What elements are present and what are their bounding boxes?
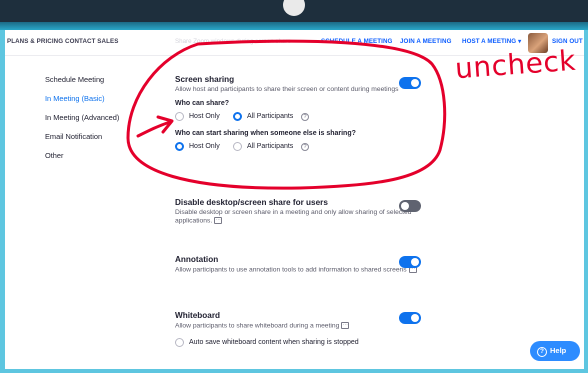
disable-desktop-section: Disable desktop/screen share for users D… [175, 198, 425, 226]
who-can-share-label: Who can share? [175, 100, 230, 108]
whiteboard-description: Allow participants to share whiteboard d… [175, 322, 425, 331]
help-circle-icon[interactable]: ? [301, 143, 309, 152]
screen-sharing-toggle[interactable] [399, 77, 421, 89]
annotation-toggle[interactable] [399, 256, 421, 268]
who-can-share-host-only-radio[interactable] [175, 112, 184, 122]
nav-host-label: HOST A MEETING [462, 38, 517, 45]
sidebar-item-in-meeting-advanced[interactable]: In Meeting (Advanced) [45, 108, 155, 127]
who-can-share-all-participants-label: All Participants [247, 113, 294, 121]
who-can-share-options: Host Only All Participants ? [175, 112, 425, 122]
help-icon: ? [537, 347, 547, 357]
help-circle-icon[interactable]: ? [301, 113, 309, 122]
nav-plans-pricing[interactable]: PLANS & PRICING [7, 38, 63, 45]
who-can-start-host-only-label: Host Only [189, 143, 220, 151]
screen-sharing-description: Allow host and participants to share the… [175, 86, 399, 93]
ghost-setting-text: Share Zoom windows during screen share [175, 38, 291, 45]
frame-border-right [584, 30, 588, 373]
disable-desktop-toggle[interactable] [399, 200, 421, 212]
annotation-desc-text: Allow participants to use annotation too… [175, 266, 407, 274]
chevron-down-icon: ▾ [518, 39, 522, 45]
nav-host-meeting[interactable]: HOST A MEETING ▾ [462, 38, 521, 45]
who-can-start-options: Host Only All Participants ? [175, 142, 425, 152]
annotation-description: Allow participants to use annotation too… [175, 266, 425, 275]
help-button[interactable]: ? Help [530, 341, 580, 361]
who-can-start-host-only-radio[interactable] [175, 142, 184, 152]
frame-border-bottom [0, 369, 588, 373]
whiteboard-autosave-label: Auto save whiteboard content when sharin… [189, 338, 359, 346]
annotation-section: Annotation Allow participants to use ann… [175, 255, 425, 275]
who-can-start-label: Who can start sharing when someone else … [175, 130, 356, 138]
whiteboard-section: Whiteboard Allow participants to share w… [175, 311, 425, 348]
screen-sharing-section: Screen sharing Allow host and participan… [175, 75, 425, 152]
header-strip [0, 22, 588, 30]
screen-sharing-title: Screen sharing [175, 75, 235, 84]
zoom-logo-icon [283, 0, 305, 16]
comment-icon: ⋯ [214, 217, 223, 225]
who-can-start-all-participants-radio[interactable] [233, 142, 242, 152]
top-dark-bar [0, 0, 588, 24]
nav-contact-sales[interactable]: CONTACT SALES [65, 38, 118, 45]
whiteboard-autosave-row: Auto save whiteboard content when sharin… [175, 337, 425, 348]
sidebar-item-email-notification[interactable]: Email Notification [45, 127, 155, 146]
nav-join-meeting[interactable]: JOIN A MEETING [400, 38, 451, 45]
whiteboard-desc-text: Allow participants to share whiteboard d… [175, 322, 340, 330]
sidebar-item-in-meeting-basic[interactable]: In Meeting (Basic) [45, 89, 155, 108]
help-label: Help [550, 346, 567, 355]
settings-sidebar: Schedule Meeting In Meeting (Basic) In M… [45, 70, 155, 165]
annotation-title: Annotation [175, 255, 219, 264]
sidebar-item-schedule-meeting[interactable]: Schedule Meeting [45, 70, 155, 89]
whiteboard-toggle[interactable] [399, 312, 421, 324]
disable-desktop-description: Disable desktop or screen share in a mee… [175, 209, 425, 226]
whiteboard-autosave-checkbox[interactable] [175, 337, 184, 347]
who-can-share-all-participants-radio[interactable] [233, 112, 242, 122]
sidebar-item-other[interactable]: Other [45, 146, 155, 165]
who-can-start-all-participants-label: All Participants [247, 143, 294, 151]
comment-icon: ⋯ [341, 322, 350, 329]
who-can-share-host-only-label: Host Only [189, 113, 220, 121]
disable-desktop-title: Disable desktop/screen share for users [175, 198, 328, 207]
disable-desktop-desc-text: Disable desktop or screen share in a mee… [175, 209, 412, 225]
whiteboard-title: Whiteboard [175, 311, 221, 320]
nav-schedule-meeting[interactable]: SCHEDULE A MEETING [321, 38, 392, 45]
